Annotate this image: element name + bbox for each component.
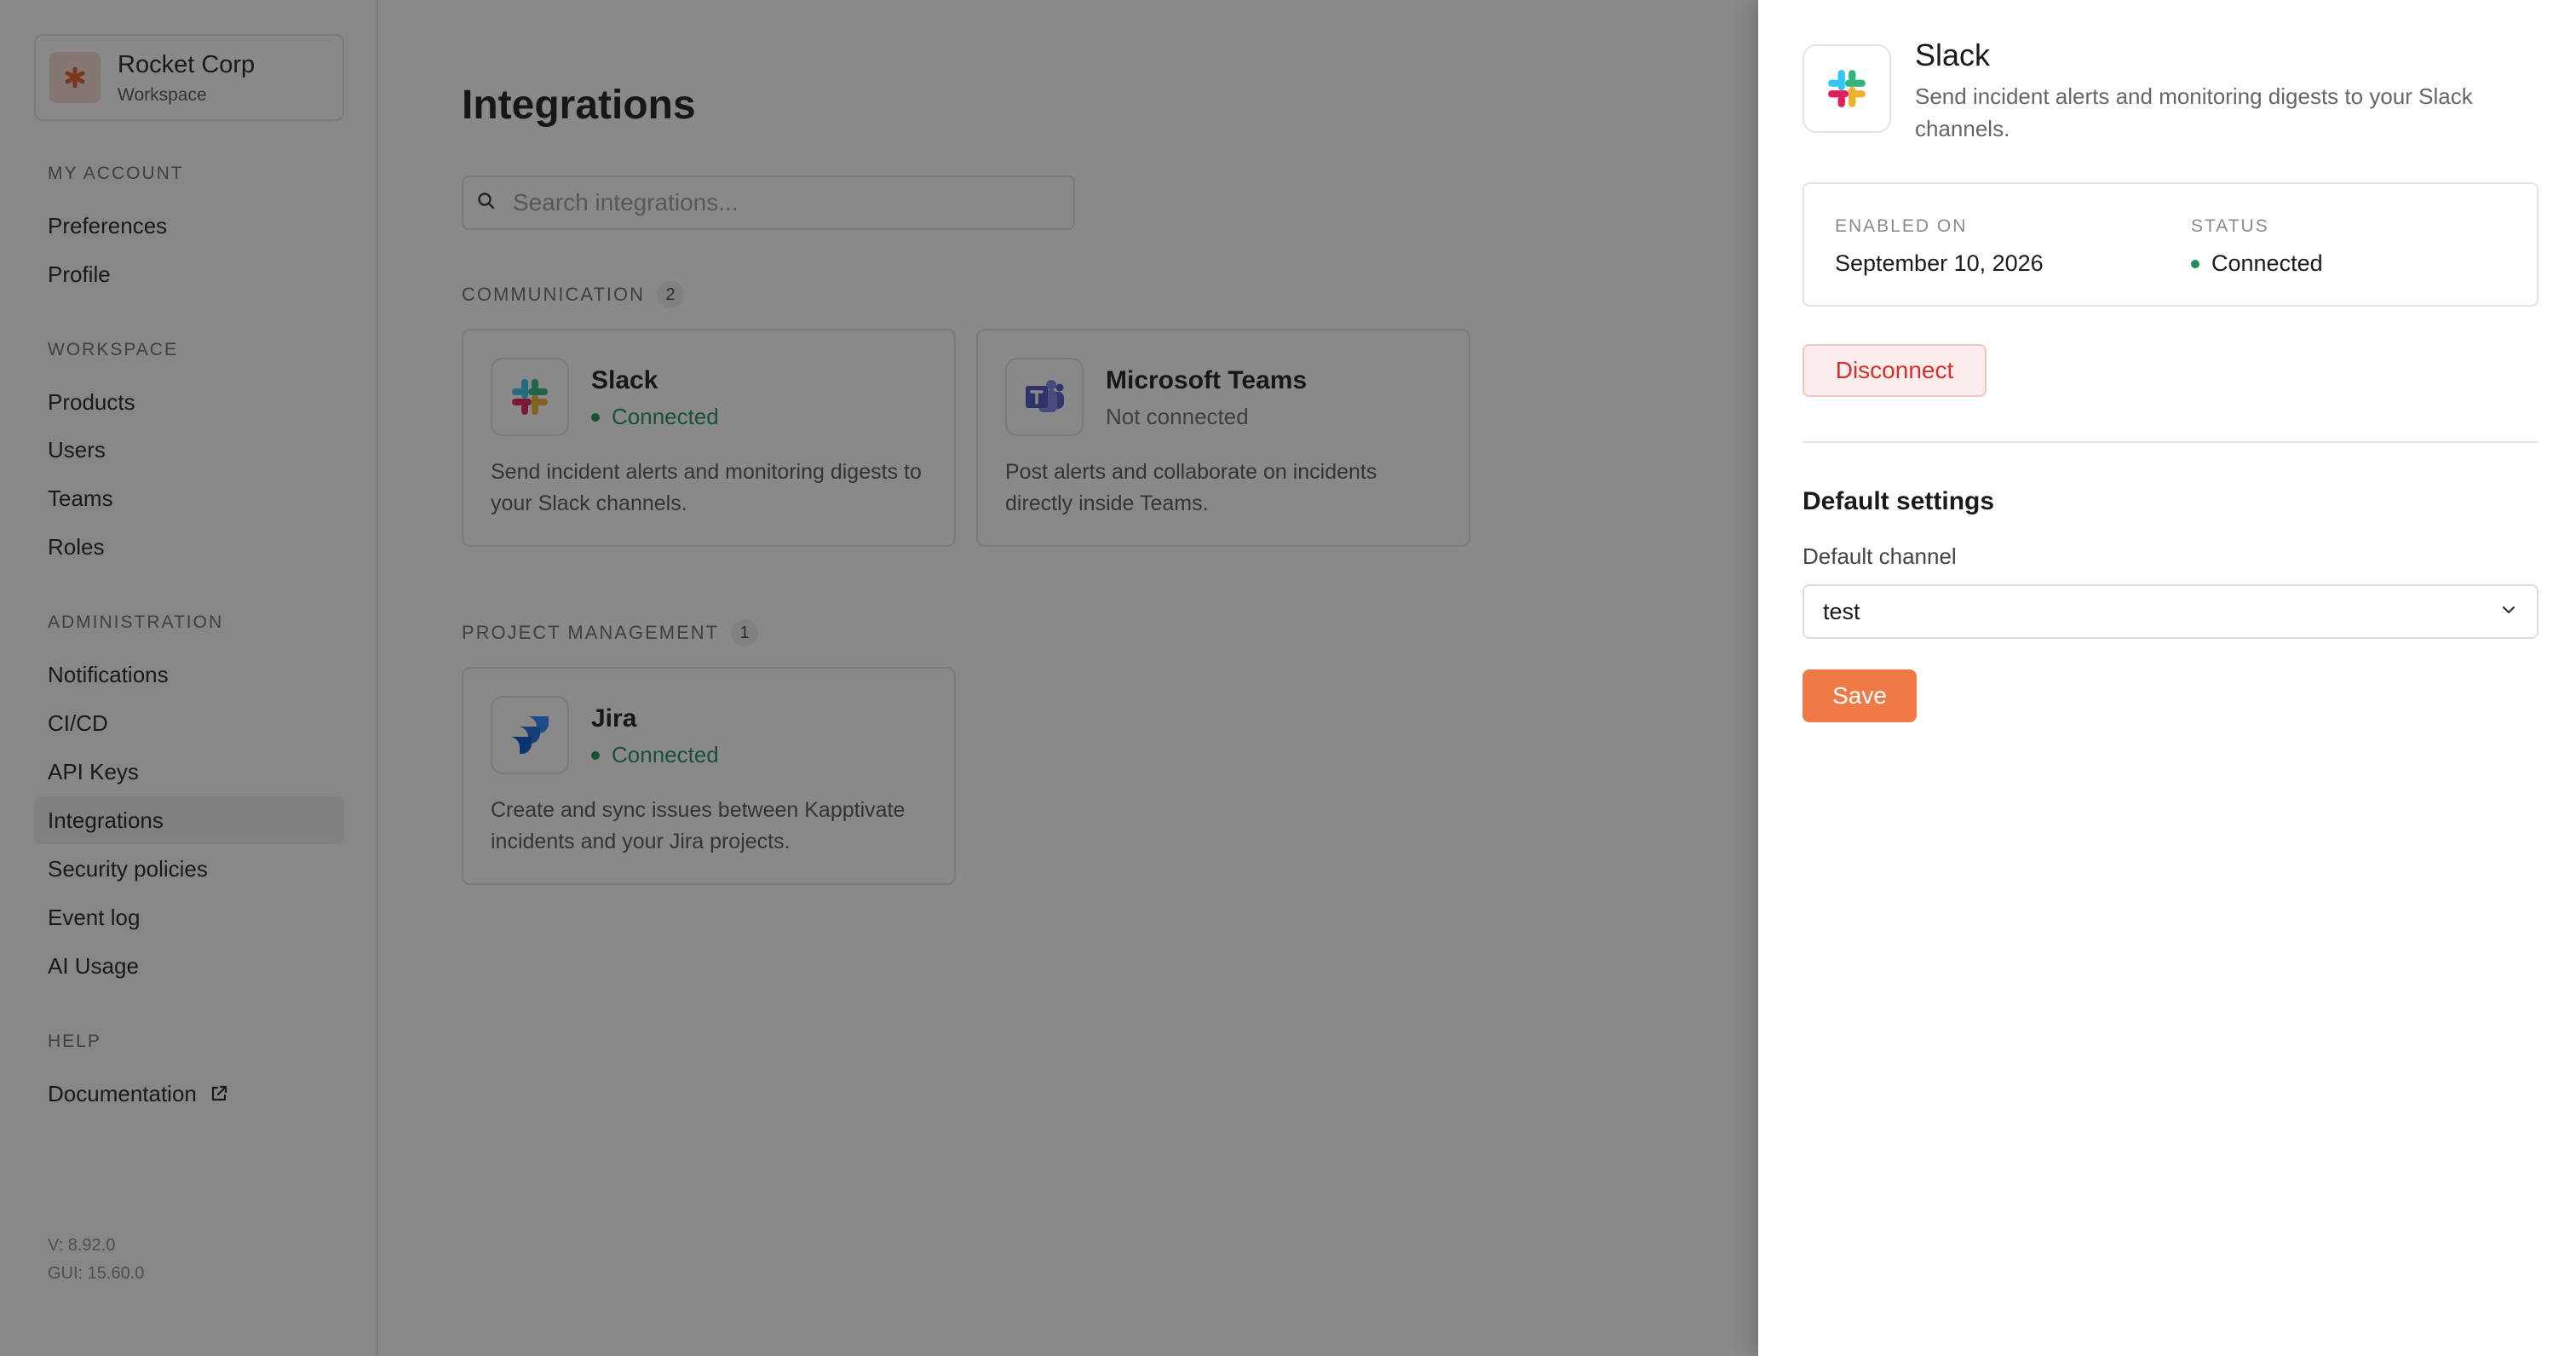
enabled-on-value: September 10, 2026 — [1835, 250, 2044, 276]
chevron-down-icon — [2499, 599, 2518, 625]
slack-logo-icon — [1803, 44, 1891, 133]
divider — [1803, 441, 2539, 443]
selected-value: test — [1823, 598, 1860, 624]
enabled-on-label: ENABLED ON — [1835, 216, 1968, 236]
status-label: STATUS — [2191, 216, 2269, 236]
default-channel-select[interactable]: test — [1803, 584, 2539, 639]
status-dot — [2191, 259, 2199, 268]
default-channel-label: Default channel — [1803, 543, 1957, 569]
drawer-description: Send incident alerts and monitoring dige… — [1915, 83, 2473, 141]
section-title: Default settings — [1803, 487, 1995, 515]
save-button[interactable]: Save — [1803, 669, 1917, 722]
drawer-title: Slack — [1915, 37, 1991, 72]
status-text: Connected — [2211, 250, 2323, 276]
integration-drawer: Slack Send incident alerts and monitorin… — [1758, 0, 2576, 1356]
status-value: Connected — [2191, 250, 2323, 277]
modal-backdrop[interactable] — [0, 0, 1758, 1356]
integration-info-box: ENABLED ON September 10, 2026 STATUS Con… — [1803, 182, 2539, 307]
disconnect-button[interactable]: Disconnect — [1803, 344, 1987, 397]
